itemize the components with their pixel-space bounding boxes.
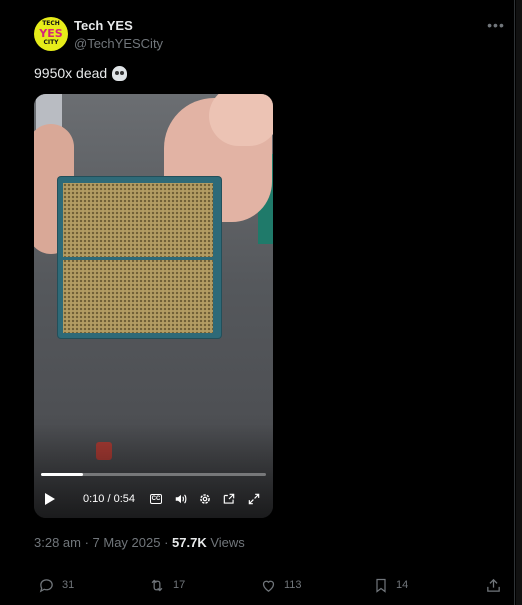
tweet-text: 9950x dead xyxy=(34,65,128,81)
author-handle[interactable]: @TechYESCity xyxy=(74,36,163,51)
tweet-text-body: 9950x dead xyxy=(34,65,108,81)
bookmark-count: 14 xyxy=(396,579,409,591)
cpu-image xyxy=(58,177,221,338)
author-name[interactable]: Tech YES xyxy=(74,18,133,33)
reply-button[interactable]: 31 xyxy=(38,572,74,598)
scrollbar[interactable] xyxy=(516,0,522,605)
video-progress-fill xyxy=(41,473,83,476)
avatar-text-bottom: CITY xyxy=(43,39,59,46)
ellipsis-icon: ••• xyxy=(487,17,505,33)
tweet-meta: 3:28 am · 7 May 2025 · 57.7K Views xyxy=(34,535,245,550)
play-button[interactable] xyxy=(42,488,58,510)
captions-button[interactable]: CC xyxy=(148,488,164,510)
video-finger-right-tip xyxy=(209,94,273,146)
cpu-divider xyxy=(63,257,213,260)
like-button[interactable]: 113 xyxy=(260,572,302,598)
more-options-button[interactable]: ••• xyxy=(484,16,508,34)
volume-icon xyxy=(175,494,187,504)
views-label: Views xyxy=(206,535,245,550)
bookmark-button[interactable]: 14 xyxy=(373,572,408,598)
settings-icon xyxy=(200,494,210,504)
views-count: 57.7K xyxy=(172,535,207,550)
video-player[interactable]: 0:10 / 0:54 CC xyxy=(34,94,273,518)
heart-icon xyxy=(262,580,275,592)
avatar-text-middle: YES xyxy=(39,27,63,40)
settings-button[interactable] xyxy=(197,488,213,510)
tweet-card[interactable]: TECH YES CITY Tech YES @TechYESCity ••• … xyxy=(0,0,515,605)
share-button[interactable] xyxy=(485,572,502,598)
volume-button[interactable] xyxy=(173,488,189,510)
avatar[interactable]: TECH YES CITY xyxy=(34,17,68,51)
share-icon xyxy=(487,578,500,592)
video-progress-bar[interactable] xyxy=(41,473,266,476)
tweet-actions: 31 17 113 14 xyxy=(0,572,515,598)
retweet-button[interactable]: 17 xyxy=(148,572,185,598)
picture-in-picture-button[interactable] xyxy=(221,488,237,510)
bookmark-icon xyxy=(376,578,386,593)
retweet-icon xyxy=(151,579,163,591)
retweet-count: 17 xyxy=(173,579,186,591)
video-controls: 0:10 / 0:54 CC xyxy=(34,488,273,510)
reply-icon xyxy=(39,578,53,592)
skull-emoji-icon xyxy=(112,65,128,81)
video-time: 0:10 / 0:54 xyxy=(83,493,135,505)
tweet-timestamp[interactable]: 3:28 am · 7 May 2025 · xyxy=(34,535,172,550)
picture-in-picture-icon xyxy=(223,493,235,504)
reply-count: 31 xyxy=(62,579,75,591)
like-count: 113 xyxy=(284,579,302,591)
fullscreen-button[interactable] xyxy=(246,488,262,510)
captions-icon: CC xyxy=(149,494,163,504)
fullscreen-icon xyxy=(248,493,260,505)
